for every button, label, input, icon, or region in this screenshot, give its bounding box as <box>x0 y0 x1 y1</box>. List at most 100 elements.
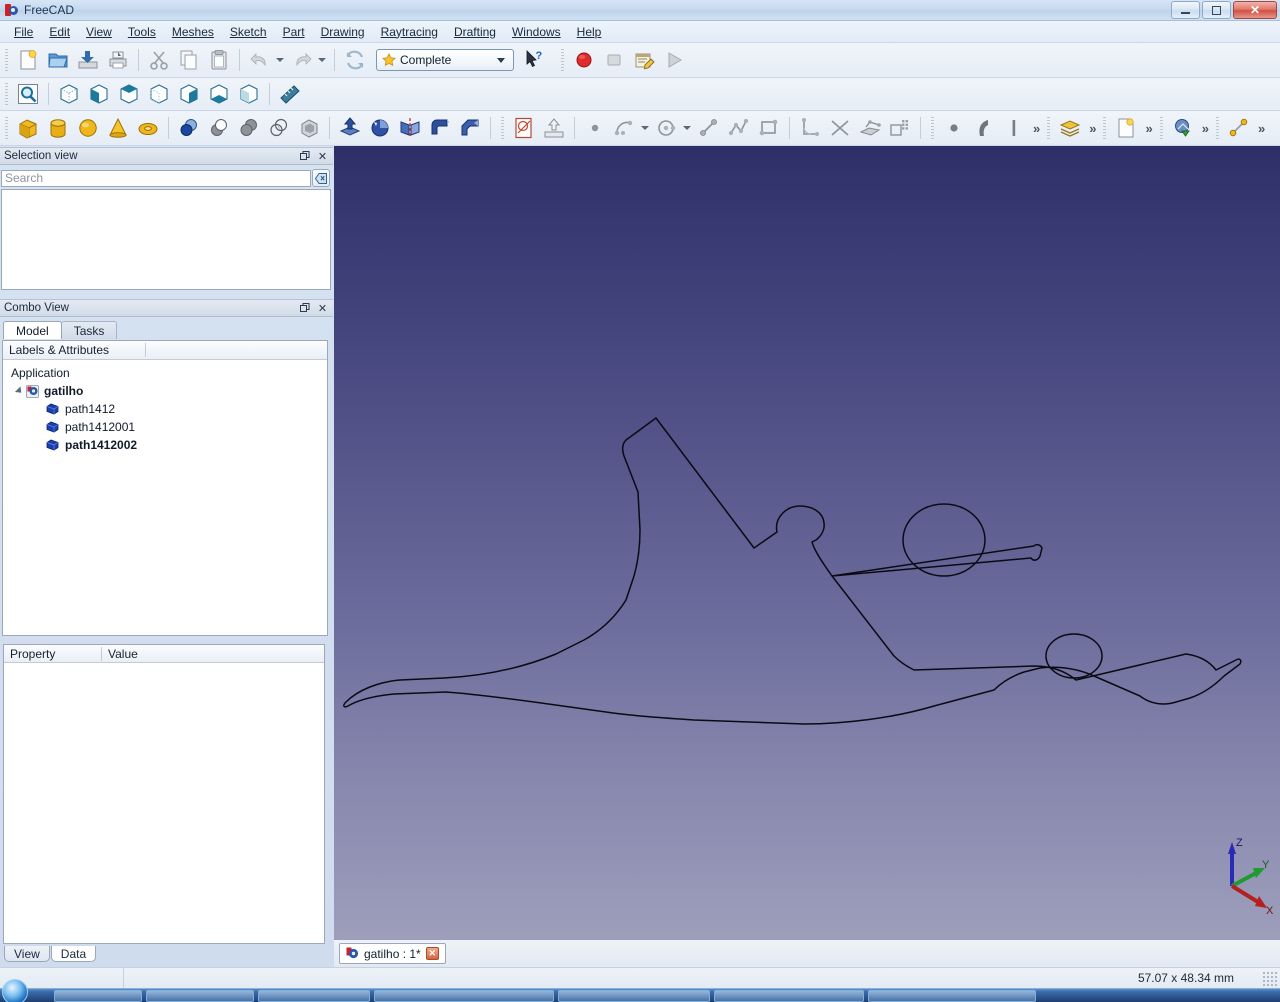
tree-item-path1412[interactable]: path1412 <box>3 400 327 418</box>
right-view-button[interactable] <box>145 80 173 108</box>
selection-view-close-button[interactable]: ✕ <box>315 149 330 163</box>
new-sketch-button[interactable] <box>510 114 538 142</box>
toolbar-grip[interactable] <box>3 83 10 105</box>
macro-stop-button[interactable] <box>600 46 628 74</box>
bottom-view-button[interactable] <box>205 80 233 108</box>
toolbar-grip[interactable] <box>929 117 936 139</box>
sketch-external-button[interactable] <box>856 114 884 142</box>
undo-dropdown-icon[interactable] <box>276 58 284 62</box>
structure-overflow-chevron[interactable]: » <box>1089 121 1096 136</box>
close-icon[interactable]: ✕ <box>425 947 439 960</box>
expand-arrow-icon[interactable] <box>14 386 25 396</box>
tree-item-path1412001[interactable]: path1412001 <box>3 418 327 436</box>
refresh-button[interactable] <box>341 46 369 74</box>
tree-root-application[interactable]: Application <box>3 364 327 382</box>
tab-view[interactable]: View <box>4 946 50 962</box>
part-extrude-button[interactable] <box>336 114 364 142</box>
tree-item-gatilho[interactable]: gatilho <box>3 382 327 400</box>
macro-edit-button[interactable] <box>630 46 658 74</box>
toolbar-grip[interactable] <box>559 49 566 71</box>
document-tab-gatilho[interactable]: gatilho : 1* ✕ <box>339 943 446 964</box>
open-document-button[interactable] <box>44 46 72 74</box>
sketch-line-button[interactable] <box>695 114 723 142</box>
sketch-circle-button[interactable] <box>653 114 681 142</box>
minimize-button[interactable] <box>1171 1 1200 19</box>
macro-execute-button[interactable] <box>660 46 688 74</box>
taskbar-item[interactable] <box>714 989 864 1002</box>
draft-overflow-chevron[interactable]: » <box>1258 121 1265 136</box>
tab-data[interactable]: Data <box>50 946 97 962</box>
fit-all-button[interactable] <box>14 80 42 108</box>
part-fillet-button[interactable] <box>426 114 454 142</box>
paste-button[interactable] <box>205 46 233 74</box>
menu-view[interactable]: View <box>78 23 120 41</box>
taskbar-item[interactable] <box>54 989 142 1002</box>
property-editor-panel[interactable]: Property Value <box>3 644 325 944</box>
part-cone-button[interactable] <box>104 114 132 142</box>
axonometric-view-button[interactable] <box>55 80 83 108</box>
toolbar-grip[interactable] <box>3 117 10 139</box>
toolbar-grip[interactable] <box>1101 117 1109 139</box>
tree-item-path1412002[interactable]: path1412002 <box>3 436 327 454</box>
taskbar-item[interactable] <box>868 989 1036 1002</box>
part-union-button[interactable] <box>235 114 263 142</box>
toolbar-grip[interactable] <box>1157 117 1165 139</box>
page-overflow-chevron[interactable]: » <box>1145 121 1152 136</box>
circle-dropdown-icon[interactable] <box>683 126 691 130</box>
whats-this-button[interactable]: ? <box>520 46 548 74</box>
menu-drawing[interactable]: Drawing <box>313 23 373 41</box>
maximize-button[interactable] <box>1202 1 1231 19</box>
print-button[interactable] <box>104 46 132 74</box>
part-boolean-button[interactable] <box>175 114 203 142</box>
sketch-polyline-button[interactable] <box>725 114 753 142</box>
menu-drafting[interactable]: Drafting <box>446 23 504 41</box>
combo-view-float-button[interactable] <box>297 301 312 315</box>
menu-file[interactable]: File <box>6 23 41 41</box>
copy-button[interactable] <box>175 46 203 74</box>
top-view-button[interactable] <box>115 80 143 108</box>
draft-point-button[interactable] <box>940 114 968 142</box>
front-view-button[interactable] <box>85 80 113 108</box>
draft-line-button[interactable] <box>1000 114 1028 142</box>
selection-view-float-button[interactable] <box>297 149 312 163</box>
cut-button[interactable] <box>145 46 173 74</box>
combo-view-close-button[interactable]: ✕ <box>315 301 330 315</box>
toolbar-grip[interactable] <box>1213 117 1221 139</box>
taskbar-item[interactable] <box>558 989 710 1002</box>
raytracing-toolbar-button[interactable] <box>1169 114 1197 142</box>
macro-record-button[interactable] <box>570 46 598 74</box>
tab-tasks[interactable]: Tasks <box>60 321 118 339</box>
taskbar-item[interactable] <box>146 989 254 1002</box>
model-tree-panel[interactable]: Labels & Attributes Application gatilho <box>2 340 328 636</box>
structure-toolbar-button[interactable] <box>1056 114 1084 142</box>
clear-search-icon[interactable] <box>312 169 330 187</box>
selection-view-list[interactable] <box>1 189 331 290</box>
left-view-button[interactable] <box>235 80 263 108</box>
redo-dropdown-icon[interactable] <box>318 58 326 62</box>
part-chamfer-button[interactable] <box>456 114 484 142</box>
part-sphere-button[interactable] <box>74 114 102 142</box>
arc-dropdown-icon[interactable] <box>641 126 649 130</box>
menu-windows[interactable]: Windows <box>504 23 569 41</box>
taskbar-item[interactable] <box>374 989 554 1002</box>
workbench-selector[interactable]: Complete <box>376 49 514 71</box>
sketch-arc-button[interactable] <box>611 114 639 142</box>
resize-grip[interactable] <box>1263 972 1277 986</box>
toolbar-grip[interactable] <box>499 117 506 139</box>
raytracing-overflow-chevron[interactable]: » <box>1202 121 1209 136</box>
menu-edit[interactable]: Edit <box>41 23 78 41</box>
draft-toolbar-button[interactable] <box>1225 114 1253 142</box>
menu-meshes[interactable]: Meshes <box>164 23 222 41</box>
part-box-button[interactable] <box>14 114 42 142</box>
undo-button[interactable] <box>246 46 274 74</box>
part-section-button[interactable] <box>295 114 323 142</box>
chevron-down-icon[interactable] <box>497 57 505 63</box>
3d-viewport[interactable]: Z Y X <box>334 146 1280 940</box>
start-button[interactable] <box>2 979 28 1002</box>
part-mirror-button[interactable] <box>396 114 424 142</box>
page-toolbar-button[interactable] <box>1112 114 1140 142</box>
redo-button[interactable] <box>288 46 316 74</box>
new-document-button[interactable] <box>14 46 42 74</box>
measure-button[interactable] <box>276 80 304 108</box>
close-button[interactable]: ✕ <box>1233 1 1277 19</box>
